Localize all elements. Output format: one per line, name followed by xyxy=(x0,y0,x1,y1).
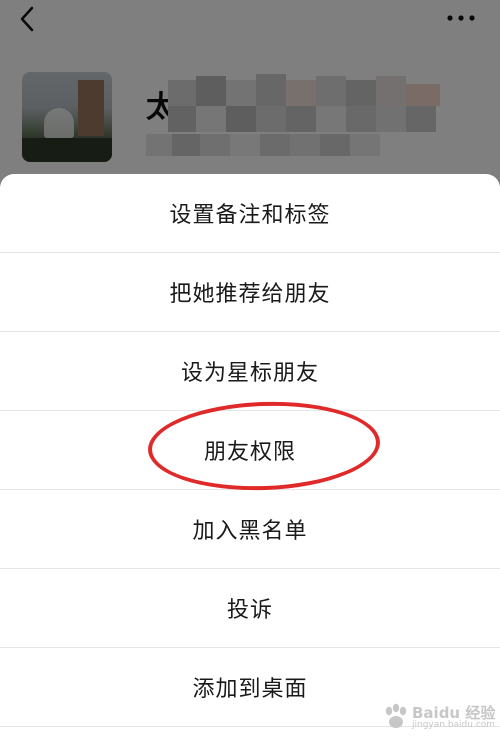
sheet-item-label: 投诉 xyxy=(226,598,273,623)
sheet-item-set-remark-and-tags[interactable]: 设置备注和标签 xyxy=(0,174,500,253)
baidu-jingyan-watermark: Baidu 经验 jingyan.baidu.com xyxy=(382,696,496,736)
watermark-subtext: jingyan.baidu.com xyxy=(412,720,496,730)
sheet-item-friend-permissions[interactable]: 朋友权限 xyxy=(0,411,500,490)
sheet-item-label: 把她推荐给朋友 xyxy=(169,282,331,307)
sheet-item-label: 朋友权限 xyxy=(203,440,296,465)
sheet-item-report[interactable]: 投诉 xyxy=(0,569,500,648)
sheet-item-star-friend[interactable]: 设为星标朋友 xyxy=(0,332,500,411)
sheet-item-label: 加入黑名单 xyxy=(192,519,308,544)
sheet-item-label: 设置备注和标签 xyxy=(169,203,331,228)
sheet-item-label: 设为星标朋友 xyxy=(180,361,319,386)
paw-logo-icon xyxy=(385,703,407,728)
sheet-item-label: 添加到桌面 xyxy=(192,677,308,702)
sheet-item-block[interactable]: 加入黑名单 xyxy=(0,490,500,569)
sheet-item-recommend-to-friend[interactable]: 把她推荐给朋友 xyxy=(0,253,500,332)
action-sheet: 设置备注和标签 把她推荐给朋友 设为星标朋友 朋友权限 加入黑名单 投诉 添加到… xyxy=(0,174,500,740)
